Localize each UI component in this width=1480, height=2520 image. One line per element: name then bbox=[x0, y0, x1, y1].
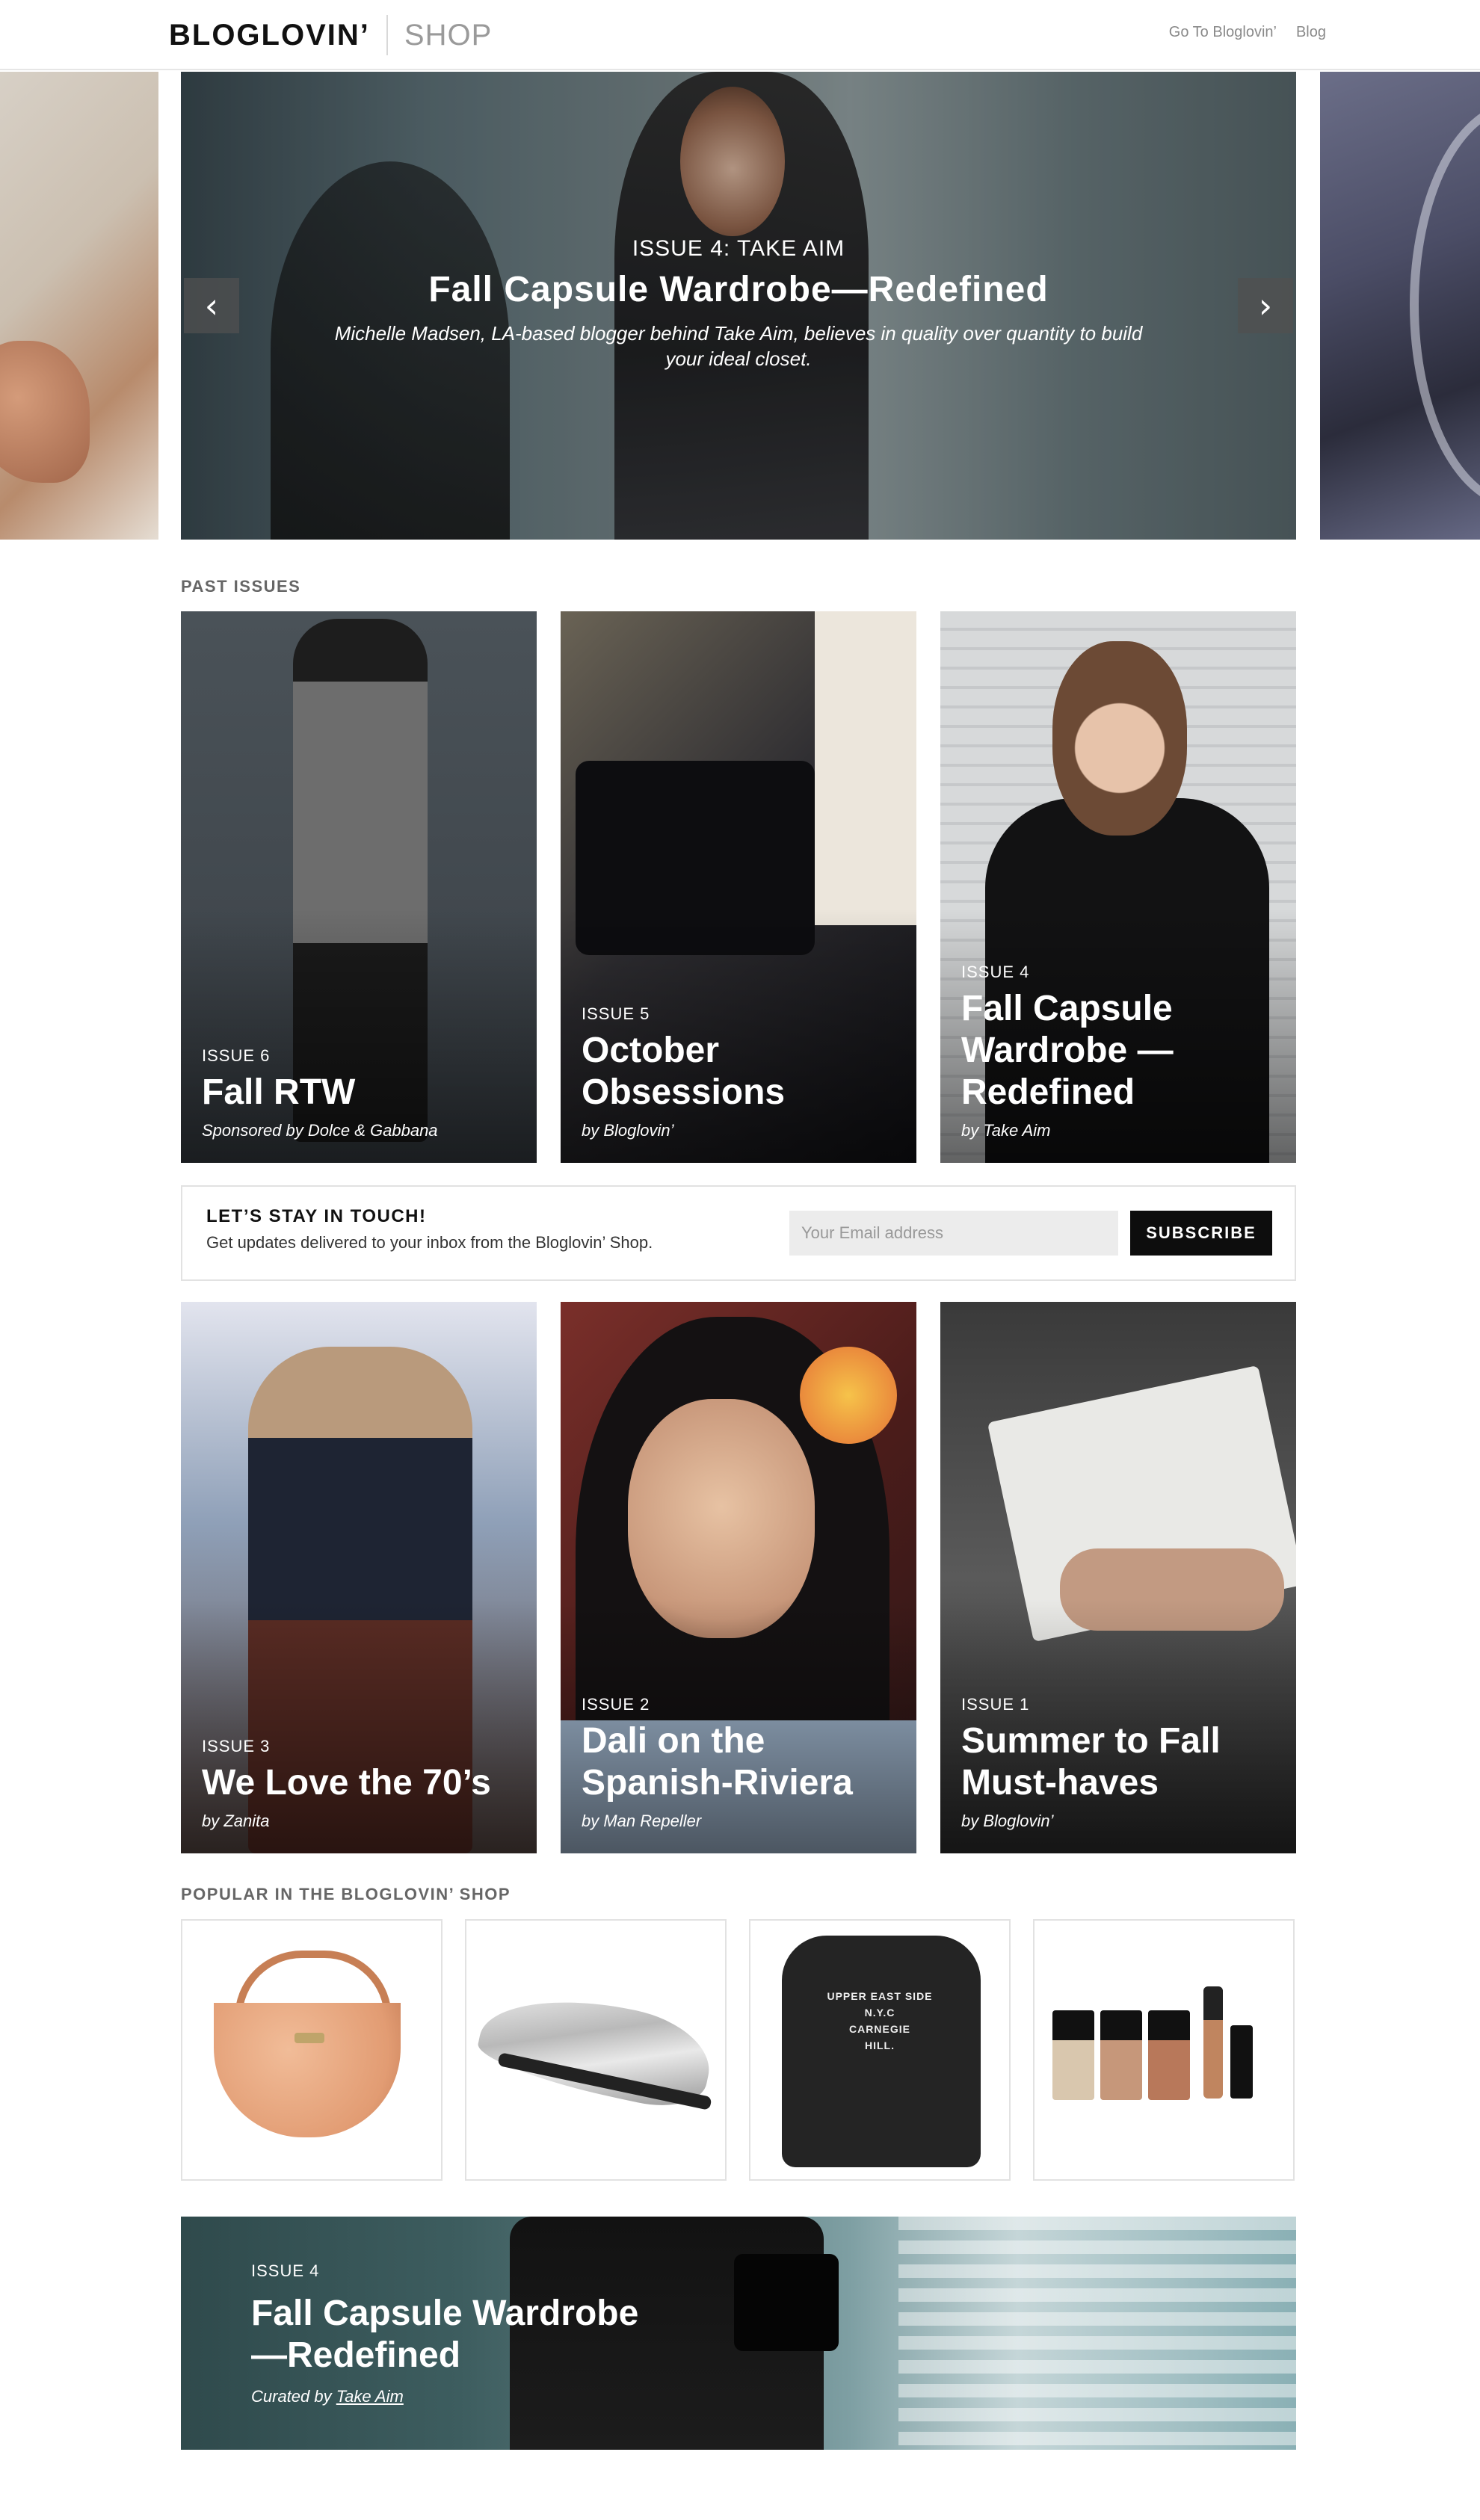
hero-slide[interactable]: ISSUE 4: TAKE AIM Fall Capsule Wardrobe—… bbox=[181, 72, 1296, 540]
product-sweatshirt[interactable]: UPPER EAST SIDE N.Y.C CARNEGIE HILL. bbox=[749, 1919, 1011, 2181]
banner-caption: ISSUE 4 Fall Capsule Wardrobe —Redefined… bbox=[251, 2261, 638, 2406]
banner-issue: ISSUE 4 bbox=[251, 2261, 320, 2280]
issue-byline: by Man Repeller bbox=[582, 1812, 702, 1830]
sweatshirt-print-line: N.Y.C bbox=[864, 2007, 895, 2019]
popular-label: POPULAR IN THE BLOGLOVIN’ SHOP bbox=[181, 1885, 511, 1903]
banner-curated: Curated by Take Aim bbox=[251, 2387, 638, 2406]
logo-link[interactable]: BLOGLOVIN’ SHOP bbox=[169, 15, 493, 55]
issue-number: ISSUE 4 bbox=[961, 963, 1030, 981]
newsletter-heading: LET’S STAY IN TOUCH! bbox=[206, 1206, 427, 1226]
nav-go-to-bloglovin[interactable]: Go To Bloglovin’ bbox=[1169, 24, 1277, 41]
issue-title: Fall Capsule Wardrobe —Redefined bbox=[961, 989, 1174, 1112]
product-nail-polish-set[interactable] bbox=[1033, 1919, 1295, 2181]
banner-title-line: Fall Capsule Wardrobe bbox=[251, 2294, 639, 2333]
issue-card-1[interactable]: ISSUE 1 Summer to Fall Must-haves by Blo… bbox=[940, 1302, 1296, 1853]
logo-divider bbox=[386, 15, 388, 55]
logo-bloglovin: BLOGLOVIN’ bbox=[169, 18, 370, 52]
issue-byline: by Bloglovin’ bbox=[582, 1121, 674, 1140]
hero-prev-button[interactable]: ‹ bbox=[184, 278, 239, 333]
issue-card-3[interactable]: ISSUE 3 We Love the 70’s by Zanita bbox=[181, 1302, 537, 1853]
chevron-right-icon: › bbox=[1258, 285, 1273, 326]
issue-byline: Sponsored by Dolce & Gabbana bbox=[202, 1121, 438, 1140]
issue-number: ISSUE 1 bbox=[961, 1695, 1030, 1714]
issue-byline: by Bloglovin’ bbox=[961, 1812, 1054, 1830]
hero-next-slide-peek[interactable] bbox=[1320, 72, 1480, 540]
sweatshirt-print-line: CARNEGIE bbox=[849, 2023, 910, 2035]
issue-title: Summer to Fall Must-haves bbox=[961, 1721, 1221, 1803]
banner-title-line: —Redefined bbox=[251, 2335, 461, 2375]
issue-card-6[interactable]: ISSUE 6 Fall RTW Sponsored by Dolce & Ga… bbox=[181, 611, 537, 1163]
issue-byline: by Take Aim bbox=[961, 1121, 1051, 1140]
logo-shop: SHOP bbox=[404, 18, 493, 52]
top-nav: Go To Bloglovin’ Blog bbox=[1169, 24, 1326, 41]
nav-blog[interactable]: Blog bbox=[1296, 24, 1326, 41]
issue-card-4[interactable]: ISSUE 4 Fall Capsule Wardrobe —Redefined… bbox=[940, 611, 1296, 1163]
issue-title: We Love the 70’s bbox=[202, 1763, 491, 1803]
issue-number: ISSUE 5 bbox=[582, 1004, 650, 1023]
email-input[interactable] bbox=[789, 1211, 1118, 1256]
banner-title: Fall Capsule Wardrobe —Redefined bbox=[251, 2293, 638, 2377]
hero-description: Michelle Madsen, LA-based blogger behind… bbox=[334, 322, 1143, 370]
issue-card-5[interactable]: ISSUE 5 October Obsessions by Bloglovin’ bbox=[561, 611, 916, 1163]
hero-title[interactable]: Fall Capsule Wardrobe—Redefined bbox=[181, 269, 1296, 310]
issue-title: Fall RTW bbox=[202, 1072, 356, 1112]
newsletter-signup: LET’S STAY IN TOUCH! Get updates deliver… bbox=[181, 1185, 1296, 1281]
issue-number: ISSUE 6 bbox=[202, 1046, 271, 1065]
hero-kicker: ISSUE 4: TAKE AIM bbox=[632, 236, 845, 261]
past-issues-label: PAST ISSUES bbox=[181, 577, 301, 596]
hero-next-button[interactable]: › bbox=[1238, 278, 1293, 333]
issue-byline: by Zanita bbox=[202, 1812, 270, 1830]
hero-caption: ISSUE 4: TAKE AIM Fall Capsule Wardrobe—… bbox=[181, 236, 1296, 371]
featured-issue-banner[interactable]: ISSUE 4 Fall Capsule Wardrobe —Redefined… bbox=[181, 2217, 1296, 2450]
sweatshirt-print-line: UPPER EAST SIDE bbox=[827, 1990, 933, 2002]
banner-curated-prefix: Curated by bbox=[251, 2387, 336, 2406]
issue-title: Dali on the Spanish-Riviera bbox=[582, 1721, 853, 1803]
chevron-left-icon: ‹ bbox=[204, 285, 219, 326]
site-header: BLOGLOVIN’ SHOP Go To Bloglovin’ Blog bbox=[0, 0, 1480, 70]
sweatshirt-print-line: HILL. bbox=[865, 2039, 895, 2051]
hero-prev-slide-peek[interactable] bbox=[0, 72, 158, 540]
issue-number: ISSUE 2 bbox=[582, 1695, 650, 1714]
subscribe-button[interactable]: SUBSCRIBE bbox=[1130, 1211, 1272, 1256]
newsletter-text: Get updates delivered to your inbox from… bbox=[206, 1233, 653, 1252]
product-silver-loafer[interactable] bbox=[465, 1919, 727, 2181]
issue-number: ISSUE 3 bbox=[202, 1737, 271, 1755]
sweatshirt-print: UPPER EAST SIDE N.Y.C CARNEGIE HILL. bbox=[750, 1988, 1009, 2054]
issue-card-2[interactable]: ISSUE 2 Dali on the Spanish-Riviera by M… bbox=[561, 1302, 916, 1853]
banner-curator-link[interactable]: Take Aim bbox=[336, 2387, 404, 2406]
issue-title: October Obsessions bbox=[582, 1031, 786, 1112]
product-handbag[interactable] bbox=[181, 1919, 443, 2181]
